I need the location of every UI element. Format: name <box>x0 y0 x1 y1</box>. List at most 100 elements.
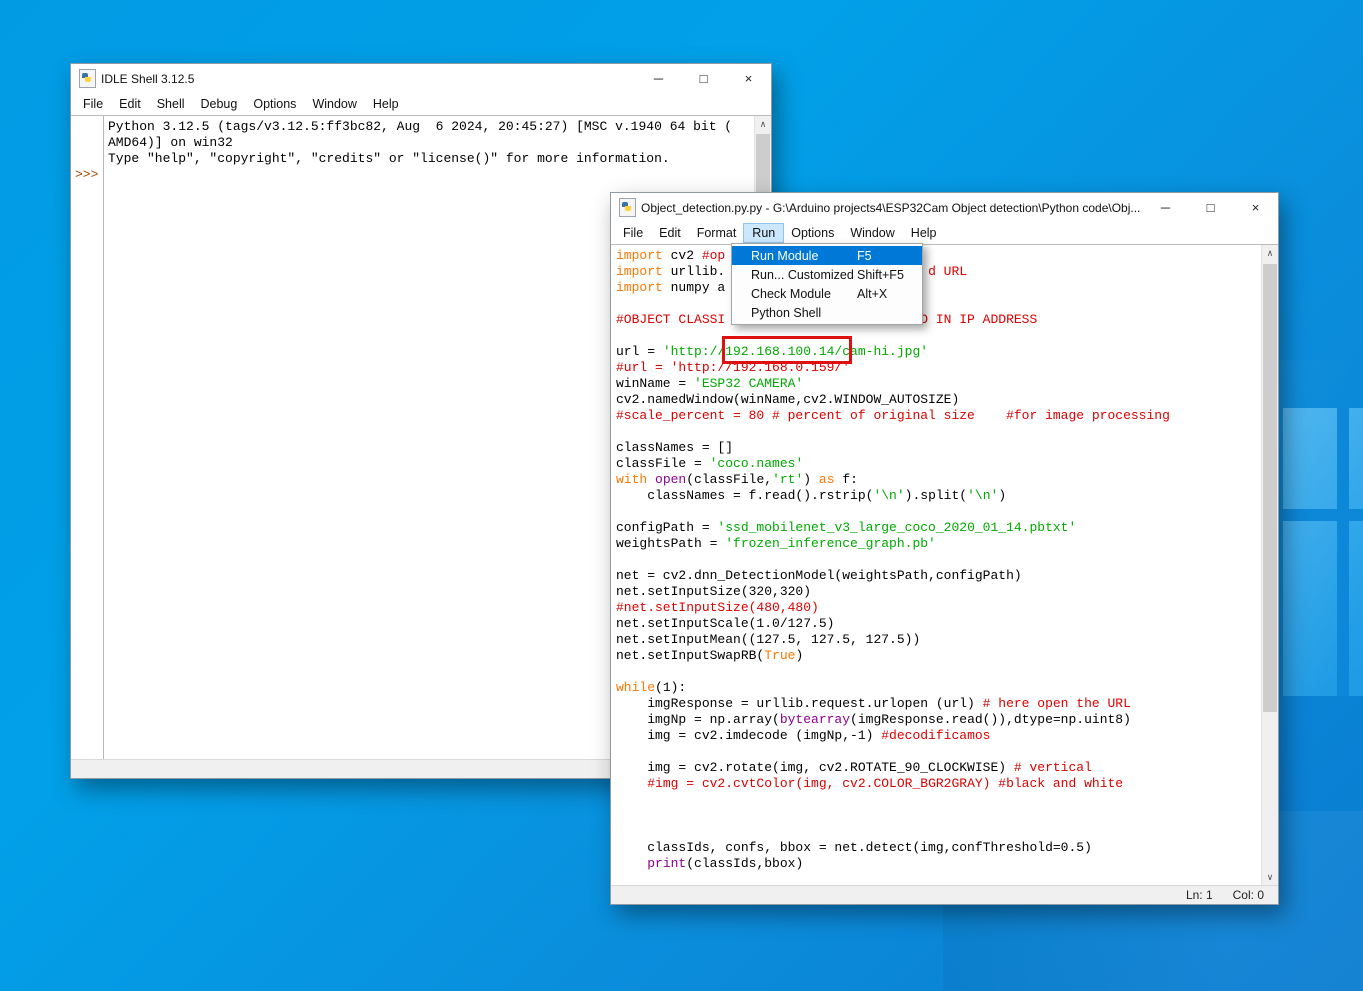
editor-close-button[interactable]: × <box>1233 193 1278 222</box>
editor-scrollbar-thumb[interactable] <box>1263 264 1277 712</box>
code-line: net.setInputSize(320,320) <box>616 584 1260 600</box>
ip-address-highlight-box <box>722 336 852 364</box>
run-menu-item-label: Python Shell <box>732 306 857 320</box>
editor-statusbar: Ln: 1 Col: 0 <box>611 885 1278 904</box>
run-menu-item-shortcut: Shift+F5 <box>857 268 904 282</box>
shell-output-line: AMD64)] on win32 <box>108 135 753 151</box>
code-line <box>616 504 1260 520</box>
editor-titlebar[interactable]: Object_detection.py.py - G:\Arduino proj… <box>611 193 1278 222</box>
status-line-indicator: Ln: 1 <box>1180 888 1227 902</box>
code-line: classNames = [] <box>616 440 1260 456</box>
menu-item-file[interactable]: File <box>615 224 651 242</box>
menu-item-format[interactable]: Format <box>689 224 745 242</box>
code-line <box>616 744 1260 760</box>
shell-titlebar[interactable]: IDLE Shell 3.12.5 ─ □ × <box>71 64 771 93</box>
run-menu-item-shortcut: Alt+X <box>857 287 887 301</box>
run-menu-dropdown: Run ModuleF5Run... CustomizedShift+F5Che… <box>731 243 923 325</box>
code-line: imgResponse = urllib.request.urlopen (ur… <box>616 696 1260 712</box>
code-line: while(1): <box>616 680 1260 696</box>
code-line: classNames = f.read().rstrip('\n').split… <box>616 488 1260 504</box>
run-menu-item-run-module[interactable]: Run ModuleF5 <box>732 246 922 265</box>
shell-output-line: Type "help", "copyright", "credits" or "… <box>108 151 753 167</box>
code-line: #scale_percent = 80 # percent of origina… <box>616 408 1260 424</box>
shell-output-line: Python 3.12.5 (tags/v3.12.5:ff3bc82, Aug… <box>108 119 753 135</box>
run-menu-item-label: Run Module <box>732 249 857 263</box>
menu-item-edit[interactable]: Edit <box>111 95 149 113</box>
code-line: import urllib. d URL <box>616 264 1260 280</box>
code-line: img = cv2.imdecode (imgNp,-1) #decodific… <box>616 728 1260 744</box>
menu-item-run[interactable]: Run <box>744 224 783 242</box>
code-line: net.setInputScale(1.0/127.5) <box>616 616 1260 632</box>
code-line: weightsPath = 'frozen_inference_graph.pb… <box>616 536 1260 552</box>
shell-prompt-gutter: >>> <box>71 116 104 759</box>
code-line: import numpy a <box>616 280 1260 296</box>
run-menu-item-check-module[interactable]: Check ModuleAlt+X <box>732 284 922 303</box>
shell-prompt: >>> <box>75 167 98 183</box>
editor-scrollbar[interactable]: ∧ ∨ <box>1261 245 1278 886</box>
editor-minimize-button[interactable]: ─ <box>1143 193 1188 222</box>
python-file-icon <box>619 198 636 217</box>
shell-output: Python 3.12.5 (tags/v3.12.5:ff3bc82, Aug… <box>108 119 753 167</box>
menu-item-help[interactable]: Help <box>903 224 945 242</box>
editor-window: Object_detection.py.py - G:\Arduino proj… <box>610 192 1279 905</box>
python-file-icon <box>79 69 96 88</box>
menu-item-window[interactable]: Window <box>842 224 902 242</box>
menu-item-options[interactable]: Options <box>783 224 842 242</box>
editor-code-area[interactable]: import cv2 #opimport urllib. d URLimport… <box>611 244 1278 886</box>
shell-close-button[interactable]: × <box>726 64 771 93</box>
menu-item-window[interactable]: Window <box>304 95 364 113</box>
run-menu-item-shortcut: F5 <box>857 249 872 263</box>
code-line: configPath = 'ssd_mobilenet_v3_large_coc… <box>616 520 1260 536</box>
menu-item-edit[interactable]: Edit <box>651 224 689 242</box>
shell-scroll-up-icon[interactable]: ∧ <box>755 116 771 133</box>
code-line: winName = 'ESP32 CAMERA' <box>616 376 1260 392</box>
code-line <box>616 296 1260 312</box>
menu-item-file[interactable]: File <box>75 95 111 113</box>
code-line: classIds, confs, bbox = net.detect(img,c… <box>616 840 1260 856</box>
menu-item-help[interactable]: Help <box>365 95 407 113</box>
code-line <box>616 664 1260 680</box>
run-menu-item-run-customized[interactable]: Run... CustomizedShift+F5 <box>732 265 922 284</box>
windows-logo <box>1283 408 1363 696</box>
code-text: import cv2 #opimport urllib. d URLimport… <box>616 248 1260 872</box>
windows-logo-glare <box>1283 408 1363 696</box>
shell-maximize-button[interactable]: □ <box>681 64 726 93</box>
code-line <box>616 824 1260 840</box>
run-menu-item-python-shell[interactable]: Python Shell <box>732 303 922 322</box>
shell-menubar: FileEditShellDebugOptionsWindowHelp <box>71 93 771 116</box>
code-line: classFile = 'coco.names' <box>616 456 1260 472</box>
code-line: img = cv2.rotate(img, cv2.ROTATE_90_CLOC… <box>616 760 1260 776</box>
code-line: imgNp = np.array(bytearray(imgResponse.r… <box>616 712 1260 728</box>
code-line: with open(classFile,'rt') as f: <box>616 472 1260 488</box>
shell-window-title: IDLE Shell 3.12.5 <box>101 72 194 86</box>
code-line: net.setInputMean((127.5, 127.5, 127.5)) <box>616 632 1260 648</box>
menu-item-shell[interactable]: Shell <box>149 95 193 113</box>
code-line <box>616 328 1260 344</box>
editor-maximize-button[interactable]: □ <box>1188 193 1233 222</box>
code-line <box>616 552 1260 568</box>
windows-logo-horizontal-bar <box>1283 509 1363 521</box>
editor-scroll-up-icon[interactable]: ∧ <box>1262 245 1278 262</box>
code-line: #net.setInputSize(480,480) <box>616 600 1260 616</box>
code-line: #url = 'http://192.168.0.159/' <box>616 360 1260 376</box>
code-line: import cv2 #op <box>616 248 1260 264</box>
editor-window-title: Object_detection.py.py - G:\Arduino proj… <box>641 201 1140 215</box>
code-line: print(classIds,bbox) <box>616 856 1260 872</box>
editor-menubar: FileEditFormatRunOptionsWindowHelp <box>611 222 1278 245</box>
status-col-indicator: Col: 0 <box>1227 888 1278 902</box>
shell-minimize-button[interactable]: ─ <box>636 64 681 93</box>
run-menu-item-label: Run... Customized <box>732 268 857 282</box>
code-line: net = cv2.dnn_DetectionModel(weightsPath… <box>616 568 1260 584</box>
code-line <box>616 808 1260 824</box>
windows-logo-vertical-bar <box>1337 408 1349 696</box>
code-line <box>616 424 1260 440</box>
run-menu-item-label: Check Module <box>732 287 857 301</box>
menu-item-options[interactable]: Options <box>245 95 304 113</box>
menu-item-debug[interactable]: Debug <box>193 95 246 113</box>
code-line <box>616 792 1260 808</box>
code-line: net.setInputSwapRB(True) <box>616 648 1260 664</box>
code-line: cv2.namedWindow(winName,cv2.WINDOW_AUTOS… <box>616 392 1260 408</box>
code-line: url = 'http://192.168.100.14/cam-hi.jpg' <box>616 344 1260 360</box>
editor-scroll-down-icon[interactable]: ∨ <box>1262 869 1278 886</box>
code-line: #OBJECT CLASSI O IN IP ADDRESS <box>616 312 1260 328</box>
